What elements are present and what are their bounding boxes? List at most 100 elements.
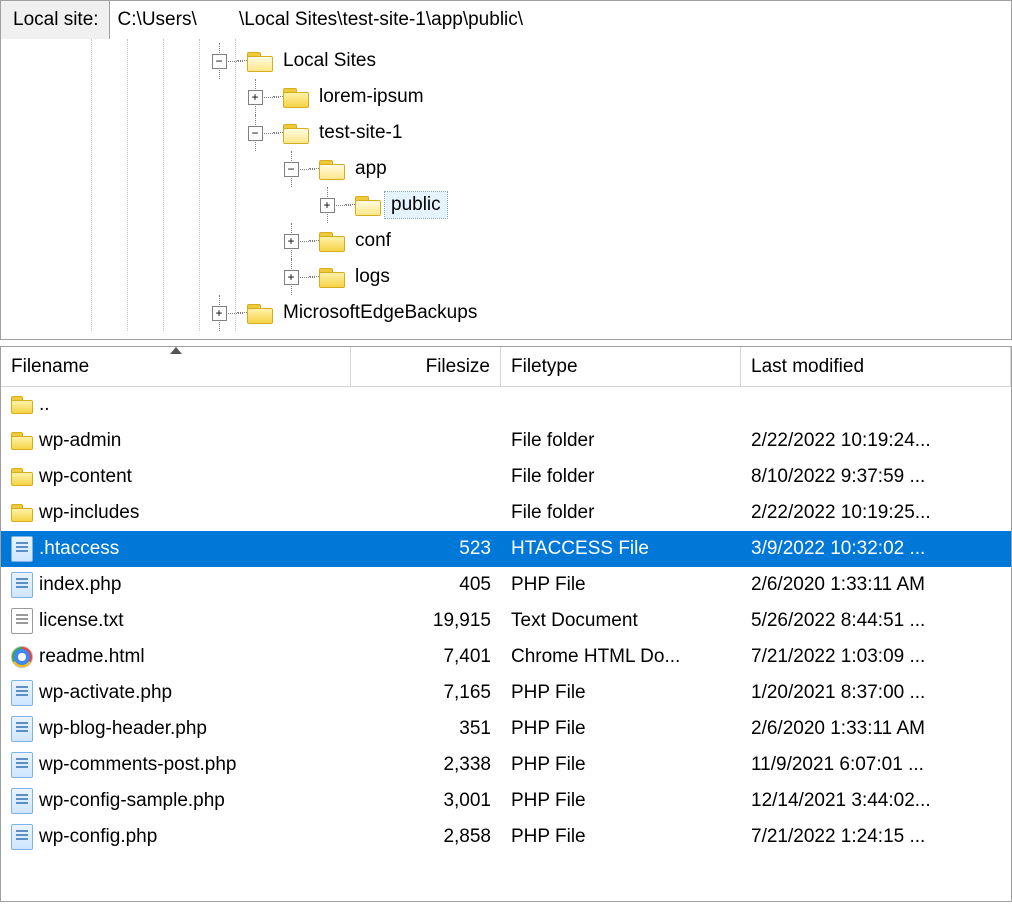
tree-item-label: Local Sites [277, 48, 382, 74]
tree-item[interactable]: + public [1, 187, 1011, 223]
folder-tree[interactable]: − Local Sites + lorem-ipsum − test-site-1 − app… [1, 39, 1011, 339]
file-name: wp-activate.php [39, 682, 172, 704]
htaccess-file-icon [11, 536, 33, 562]
file-size: 3,001 [351, 790, 501, 812]
file-name: wp-admin [39, 430, 121, 452]
file-type: PHP File [501, 682, 741, 704]
tree-item[interactable]: − Local Sites [1, 43, 1011, 79]
file-name: license.txt [39, 610, 123, 632]
php-file-icon [11, 752, 33, 778]
file-row[interactable]: wp-admin File folder2/22/2022 10:19:24... [1, 423, 1011, 459]
file-row[interactable]: license.txt19,915Text Document5/26/2022 … [1, 603, 1011, 639]
file-name: wp-blog-header.php [39, 718, 207, 740]
expand-icon[interactable]: + [248, 90, 263, 105]
file-row[interactable]: wp-blog-header.php351PHP File2/6/2020 1:… [1, 711, 1011, 747]
column-header-filename[interactable]: Filename [1, 347, 351, 386]
file-date: 8/10/2022 9:37:59 ... [741, 466, 1011, 488]
file-size: 7,165 [351, 682, 501, 704]
file-name: wp-includes [39, 502, 139, 524]
folder-icon [319, 266, 345, 288]
php-file-icon [11, 824, 33, 850]
expand-icon[interactable]: + [320, 198, 335, 213]
folder-icon [319, 230, 345, 252]
column-header-filesize[interactable]: Filesize [351, 347, 501, 386]
folder-icon [11, 432, 33, 450]
tree-item[interactable]: +logs [1, 259, 1011, 295]
php-file-icon [11, 716, 33, 742]
file-type: File folder [501, 430, 741, 452]
file-list-header: Filename Filesize Filetype Last modified [1, 347, 1011, 387]
tree-item[interactable]: − app [1, 151, 1011, 187]
file-date: 11/9/2021 6:07:01 ... [741, 754, 1011, 776]
collapse-icon[interactable]: − [212, 54, 227, 69]
expand-icon[interactable]: + [284, 270, 299, 285]
tree-item[interactable]: − test-site-1 [1, 115, 1011, 151]
file-type: Chrome HTML Do... [501, 646, 741, 668]
file-row[interactable]: index.php405PHP File2/6/2020 1:33:11 AM [1, 567, 1011, 603]
php-file-icon [11, 788, 33, 814]
file-type: File folder [501, 502, 741, 524]
tree-item-label: MicrosoftEdgeBackups [277, 300, 483, 326]
file-size: 7,401 [351, 646, 501, 668]
folder-icon [283, 86, 309, 108]
folder-icon [11, 396, 33, 414]
file-date: 1/20/2021 8:37:00 ... [741, 682, 1011, 704]
file-date: 12/14/2021 3:44:02... [741, 790, 1011, 812]
tree-item-label: conf [349, 228, 397, 254]
file-type: PHP File [501, 754, 741, 776]
file-type: PHP File [501, 718, 741, 740]
local-site-pathbar: Local site: [1, 1, 1011, 39]
file-name: index.php [39, 574, 121, 596]
file-type: HTACCESS File [501, 538, 741, 560]
file-size: 2,858 [351, 826, 501, 848]
collapse-icon[interactable]: − [284, 162, 299, 177]
tree-item-label: test-site-1 [313, 120, 408, 146]
txt-file-icon [11, 608, 33, 634]
file-date: 3/9/2022 10:32:02 ... [741, 538, 1011, 560]
file-row[interactable]: wp-comments-post.php 2,338PHP File11/9/20… [1, 747, 1011, 783]
file-name: wp-config-sample.php [39, 790, 225, 812]
file-type: PHP File [501, 790, 741, 812]
expand-icon[interactable]: + [212, 306, 227, 321]
file-name: wp-content [39, 466, 132, 488]
file-size: 523 [351, 538, 501, 560]
sort-ascending-icon [170, 347, 182, 354]
column-header-lastmodified[interactable]: Last modified [741, 347, 1011, 386]
file-row[interactable]: wp-config-sample.php 3,001PHP File12/14/2… [1, 783, 1011, 819]
file-row[interactable]: .htaccess523HTACCESS File3/9/2022 10:32:… [1, 531, 1011, 567]
file-row[interactable]: wp-config.php2,858PHP File7/21/2022 1:24… [1, 819, 1011, 855]
file-date: 2/22/2022 10:19:24... [741, 430, 1011, 452]
file-name: .. [39, 394, 50, 416]
file-date: 2/6/2020 1:33:11 AM [741, 574, 1011, 596]
file-row[interactable]: .. [1, 387, 1011, 423]
file-row[interactable]: readme.html7,401Chrome HTML Do...7/21/20… [1, 639, 1011, 675]
expand-icon[interactable]: + [284, 234, 299, 249]
file-type: PHP File [501, 574, 741, 596]
file-row[interactable]: wp-includes File folder2/22/2022 10:19:25… [1, 495, 1011, 531]
file-row[interactable]: wp-contentFile folder8/10/2022 9:37:59 .… [1, 459, 1011, 495]
file-date: 2/22/2022 10:19:25... [741, 502, 1011, 524]
local-site-path-input[interactable] [110, 1, 1011, 39]
file-row[interactable]: wp-activate.php 7,165PHP File1/20/2021 8:… [1, 675, 1011, 711]
file-list-pane: Filename Filesize Filetype Last modified… [0, 346, 1012, 902]
file-list-body[interactable]: ..wp-adminFile folder2/22/2022 10:19:24.… [1, 387, 1011, 855]
file-date: 5/26/2022 8:44:51 ... [741, 610, 1011, 632]
file-date: 7/21/2022 1:24:15 ... [741, 826, 1011, 848]
folder-icon [355, 194, 381, 216]
tree-item-label: lorem-ipsum [313, 84, 430, 110]
folder-icon [319, 158, 345, 180]
tree-item-label: app [349, 156, 393, 182]
php-file-icon [11, 680, 33, 706]
file-name: readme.html [39, 646, 145, 668]
tree-item[interactable]: + conf [1, 223, 1011, 259]
file-size: 2,338 [351, 754, 501, 776]
tree-item[interactable]: + lorem-ipsum [1, 79, 1011, 115]
tree-item-label: public [385, 192, 447, 218]
tree-item[interactable]: + MicrosoftEdgeBackups [1, 295, 1011, 331]
chrome-icon [11, 646, 33, 668]
collapse-icon[interactable]: − [248, 126, 263, 141]
column-header-filetype[interactable]: Filetype [501, 347, 741, 386]
php-file-icon [11, 572, 33, 598]
file-name: wp-comments-post.php [39, 754, 236, 776]
file-type: PHP File [501, 826, 741, 848]
